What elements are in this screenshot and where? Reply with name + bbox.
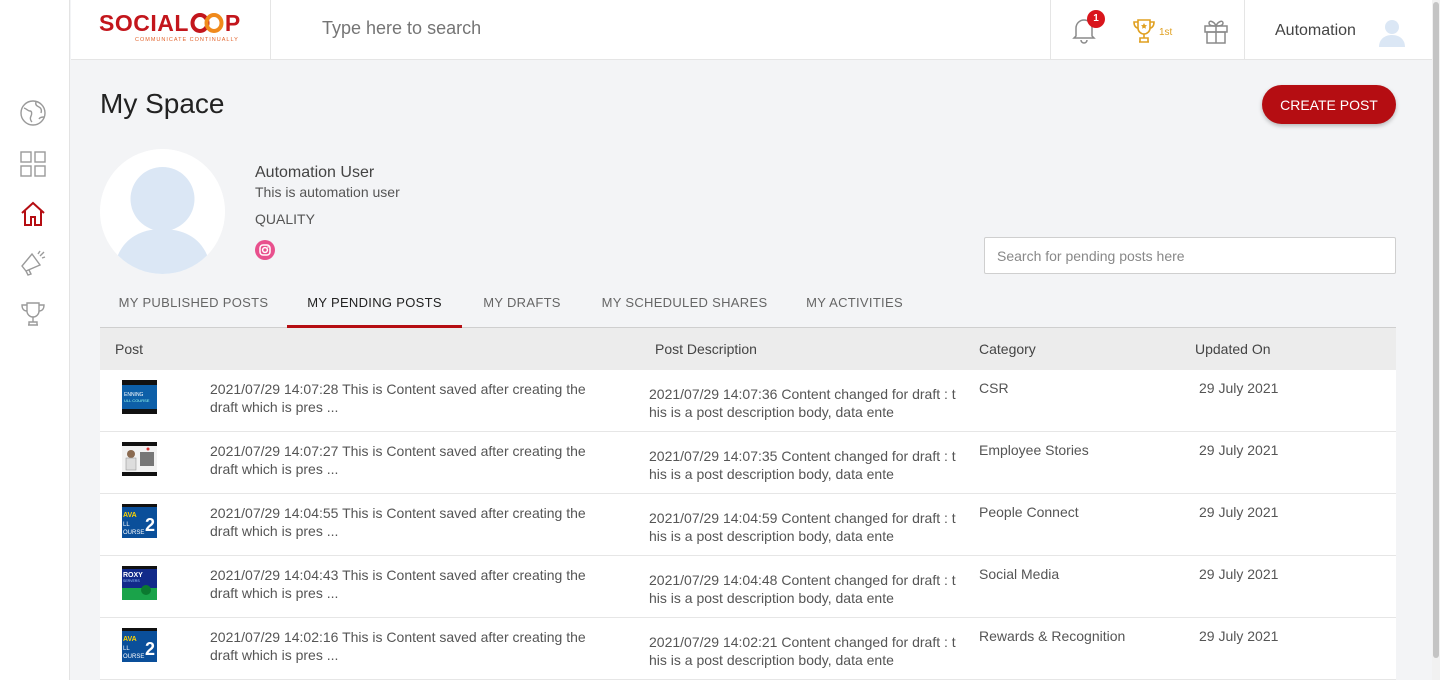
svg-text:LL: LL bbox=[123, 522, 130, 528]
avatar[interactable] bbox=[1377, 17, 1407, 47]
svg-text:LL: LL bbox=[123, 646, 130, 652]
tab-scheduled-shares[interactable]: MY SCHEDULED SHARES bbox=[582, 287, 787, 327]
post-description: 2021/07/29 14:04:59 Content changed for … bbox=[649, 510, 956, 544]
post-thumbnail: AVA LL OURSE 2 bbox=[122, 628, 157, 662]
svg-text:ROXY: ROXY bbox=[123, 572, 143, 579]
table-row[interactable]: AVA LL OURSE 2 2021/07/29 14:04:55 This is … bbox=[100, 494, 1396, 556]
post-updated-date: 29 July 2021 bbox=[1199, 504, 1279, 520]
column-header-category: Category bbox=[979, 341, 1036, 357]
create-post-button[interactable]: CREATE POST bbox=[1262, 85, 1396, 124]
post-content: 2021/07/29 14:07:28 This is Content save… bbox=[210, 381, 586, 415]
svg-text:OURSE: OURSE bbox=[123, 530, 144, 536]
svg-text:2: 2 bbox=[145, 515, 155, 535]
profile-avatar bbox=[100, 149, 225, 274]
profile-department: QUALITY bbox=[255, 211, 315, 227]
logo-loop-icon bbox=[190, 12, 224, 34]
post-content: 2021/07/29 14:04:55 This is Content save… bbox=[210, 505, 586, 539]
rank-label: 1st bbox=[1159, 27, 1173, 38]
post-description: 2021/07/29 14:07:35 Content changed for … bbox=[649, 448, 956, 482]
trophy-icon[interactable] bbox=[18, 299, 48, 329]
notification-badge: 1 bbox=[1087, 10, 1105, 28]
gift-icon[interactable] bbox=[1203, 17, 1229, 45]
megaphone-icon[interactable] bbox=[18, 248, 48, 278]
grid-icon[interactable] bbox=[18, 149, 48, 179]
table-header: Post Post Description Category Updated O… bbox=[100, 328, 1396, 370]
table-row[interactable]: ROXY SERVERS 2021/07/29 14:04:43 This is … bbox=[100, 556, 1396, 618]
logo-tagline: COMMUNICATE CONTINUALLY bbox=[135, 37, 239, 43]
logo-text-left: SOCIAL bbox=[99, 10, 189, 36]
logo-text-right: P bbox=[224, 10, 241, 36]
socialloop-logo[interactable]: SOCIAL P COMMUNICATE CONTINUALLY bbox=[99, 10, 259, 50]
post-category: Employee Stories bbox=[979, 442, 1089, 458]
post-content: 2021/07/29 14:07:27 This is Content save… bbox=[210, 443, 586, 477]
post-thumbnail: AVA LL OURSE 2 bbox=[122, 504, 157, 538]
profile-name: Automation User bbox=[255, 164, 375, 181]
global-search-input[interactable] bbox=[322, 18, 822, 39]
table-row[interactable]: ENNING ULL COURSE 2021/07/29 14:07:28 Thi… bbox=[100, 370, 1396, 432]
left-sidebar bbox=[0, 0, 70, 680]
tab-activities[interactable]: MY ACTIVITIES bbox=[787, 287, 922, 327]
leaderboard-trophy-icon[interactable] bbox=[1131, 17, 1157, 45]
divider bbox=[270, 0, 271, 60]
post-thumbnail bbox=[122, 442, 157, 476]
svg-text:2: 2 bbox=[145, 639, 155, 659]
post-content: 2021/07/29 14:04:43 This is Content save… bbox=[210, 567, 586, 601]
scrollbar-thumb[interactable] bbox=[1433, 2, 1439, 658]
post-category: Rewards & Recognition bbox=[979, 628, 1126, 644]
tab-pending-posts[interactable]: MY PENDING POSTS bbox=[287, 287, 462, 328]
table-row[interactable]: AVA LL OURSE 2 2021/07/29 14:02:16 This is … bbox=[100, 618, 1396, 680]
home-icon[interactable] bbox=[18, 199, 48, 229]
svg-text:OURSE: OURSE bbox=[123, 654, 144, 660]
tab-bar: MY PUBLISHED POSTS MY PENDING POSTS MY D… bbox=[100, 287, 1396, 328]
post-category: CSR bbox=[979, 380, 1009, 396]
post-content: 2021/07/29 14:02:16 This is Content save… bbox=[210, 629, 586, 663]
post-description: 2021/07/29 14:02:21 Content changed for … bbox=[649, 634, 956, 668]
profile-description: This is automation user bbox=[255, 184, 400, 200]
top-bar: SOCIAL P COMMUNICATE CONTINUALLY 1 1st A… bbox=[71, 0, 1440, 60]
post-updated-date: 29 July 2021 bbox=[1199, 566, 1279, 582]
post-thumbnail: ENNING ULL COURSE bbox=[122, 380, 157, 414]
svg-text:ULL COURSE: ULL COURSE bbox=[124, 398, 150, 403]
column-header-post: Post bbox=[115, 341, 144, 357]
post-updated-date: 29 July 2021 bbox=[1199, 380, 1279, 396]
page-scrollbar[interactable] bbox=[1432, 0, 1440, 680]
divider bbox=[1244, 0, 1245, 60]
post-thumbnail: ROXY SERVERS bbox=[122, 566, 157, 600]
user-name[interactable]: Automation bbox=[1275, 22, 1356, 40]
post-description: 2021/07/29 14:07:36 Content changed for … bbox=[649, 386, 956, 420]
post-updated-date: 29 July 2021 bbox=[1199, 442, 1279, 458]
column-header-description: Post Description bbox=[655, 341, 757, 357]
divider bbox=[1050, 0, 1051, 60]
table-row[interactable]: 2021/07/29 14:07:27 This is Content save… bbox=[100, 432, 1396, 494]
post-category: Social Media bbox=[979, 566, 1060, 582]
page-title: My Space bbox=[100, 88, 225, 119]
post-category: People Connect bbox=[979, 504, 1079, 520]
post-description: 2021/07/29 14:04:48 Content changed for … bbox=[649, 572, 956, 606]
svg-text:AVA: AVA bbox=[123, 512, 137, 519]
instagram-icon[interactable] bbox=[255, 240, 275, 260]
column-header-updated-on: Updated On bbox=[1195, 341, 1271, 357]
svg-text:SERVERS: SERVERS bbox=[123, 579, 140, 583]
tab-published-posts[interactable]: MY PUBLISHED POSTS bbox=[100, 287, 287, 327]
pending-posts-search-input[interactable] bbox=[984, 237, 1396, 274]
globe-icon[interactable] bbox=[18, 98, 48, 128]
tab-drafts[interactable]: MY DRAFTS bbox=[462, 287, 582, 327]
svg-text:AVA: AVA bbox=[123, 636, 137, 643]
post-updated-date: 29 July 2021 bbox=[1199, 628, 1279, 644]
